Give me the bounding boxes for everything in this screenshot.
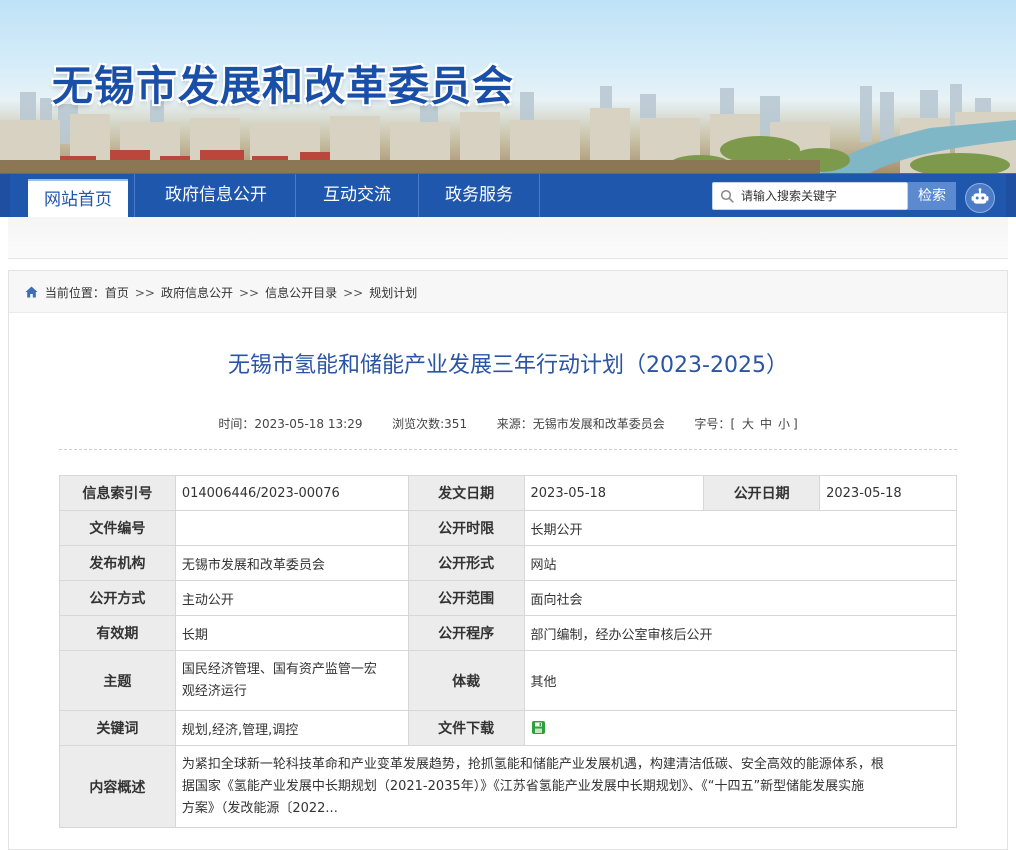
table-row: 主题 国民经济管理、国有资产监管一宏 观经济运行 体裁 其他 (59, 650, 957, 711)
search-box (712, 182, 908, 210)
article-title: 无锡市氢能和储能产业发展三年行动计划（2023-2025） (228, 353, 788, 378)
search-icon (720, 189, 734, 203)
site-banner: 无锡市发展和改革委员会 (0, 0, 1016, 173)
nav-item-services[interactable]: 政务服务 (419, 174, 539, 217)
table-row: 信息索引号 014006446/2023-00076 发文日期 2023-05-… (59, 475, 957, 511)
topic-line-2: 观经济运行 (181, 683, 247, 699)
topic-label: 主题 (59, 650, 176, 711)
summary-line-3: 方案》（发改能源〔2022... (181, 800, 338, 816)
meta-time-label: 时间： (218, 417, 255, 431)
meta-source: 无锡市发展和改革委员会 (532, 417, 665, 431)
public-procedure-value: 部门编制，经办公室审核后公开 (523, 615, 957, 651)
publisher-label: 发布机构 (59, 545, 176, 581)
doc-no-label: 文件编号 (59, 510, 176, 546)
breadcrumb-separator: >> (134, 286, 155, 300)
public-procedure-label: 公开程序 (407, 615, 525, 651)
article-meta: 时间：2023-05-18 13:29 浏览次数:351 来源：无锡市发展和改革… (9, 415, 1007, 432)
nav-item-interaction[interactable]: 互动交流 (296, 174, 418, 217)
download-label: 文件下载 (407, 710, 525, 746)
meta-fontsize-label: 字号： (694, 417, 731, 431)
table-row: 文件编号 公开时限 长期公开 (59, 510, 957, 546)
breadcrumb-separator: >> (343, 286, 364, 300)
topic-line-1: 国民经济管理、国有资产监管一宏 (181, 661, 377, 677)
table-row: 公开方式 主动公开 公开范围 面向社会 (59, 580, 957, 616)
fontsize-medium[interactable]: 中 (760, 417, 772, 431)
table-row: 关键词 规划,经济,管理,调控 文件下载 (59, 710, 957, 746)
download-cell (523, 710, 957, 746)
meta-source-label: 来源： (496, 417, 533, 431)
public-scope-label: 公开范围 (407, 580, 525, 616)
site-title: 无锡市发展和改革委员会 (52, 62, 514, 110)
breadcrumb-info-catalog[interactable]: 信息公开目录 (265, 286, 337, 300)
genre-label: 体裁 (407, 650, 525, 711)
publisher-value: 无锡市发展和改革委员会 (174, 545, 409, 581)
breadcrumb-home[interactable]: 首页 (105, 286, 129, 300)
meta-time: 2023-05-18 13:29 (254, 417, 363, 431)
validity-value: 长期 (174, 615, 409, 651)
meta-views-label: 浏览次数: (392, 417, 445, 431)
public-method-label: 公开方式 (59, 580, 176, 616)
breadcrumb-prefix: 当前位置： (44, 286, 105, 300)
meta-views: 351 (444, 417, 468, 431)
public-scope-value: 面向社会 (523, 580, 957, 616)
home-icon (25, 286, 38, 298)
nav-item-home[interactable]: 网站首页 (28, 179, 128, 217)
genre-value: 其他 (523, 650, 957, 711)
doc-no-value (174, 510, 409, 546)
fontsize-large[interactable]: 大 (742, 417, 754, 431)
issue-date-label: 发文日期 (407, 475, 525, 511)
sub-nav-band (8, 217, 1008, 259)
index-no-value: 014006446/2023-00076 (174, 475, 409, 511)
keywords-label: 关键词 (59, 710, 176, 746)
public-date-label: 公开日期 (703, 475, 821, 511)
summary-line-2: 据国家《氢能产业发展中长期规划（2021-2035年）》《江苏省氢能产业发展中长… (181, 778, 865, 794)
table-row: 内容概述 为紧扣全球新一轮科技革命和产业变革发展趋势，抢抓氢能和储能产业发展机遇… (59, 745, 958, 828)
public-term-value: 长期公开 (523, 510, 957, 546)
public-term-label: 公开时限 (407, 510, 525, 546)
breadcrumb: 当前位置：首页 >> 政府信息公开 >> 信息公开目录 >> 规划计划 (9, 271, 1007, 313)
summary-value: 为紧扣全球新一轮科技革命和产业变革发展趋势，抢抓氢能和储能产业发展机遇，构建清洁… (174, 745, 958, 828)
nav-item-gov-info[interactable]: 政府信息公开 (138, 174, 294, 217)
table-row: 有效期 长期 公开程序 部门编制，经办公室审核后公开 (59, 615, 957, 651)
public-form-label: 公开形式 (407, 545, 525, 581)
public-form-value: 网站 (523, 545, 957, 581)
content-panel: 当前位置：首页 >> 政府信息公开 >> 信息公开目录 >> 规划计划 无锡市氢能和储能产业… (8, 270, 1008, 850)
assistant-robot-icon[interactable] (965, 183, 995, 213)
table-row: 发布机构 无锡市发展和改革委员会 公开形式 网站 (59, 545, 957, 581)
breadcrumb-separator: >> (238, 286, 260, 300)
nav-separator (134, 174, 135, 217)
fontsize-small[interactable]: 小 (778, 417, 790, 431)
main-nav: 网站首页 政府信息公开 互动交流 政务服务 检索 (0, 173, 1016, 217)
breadcrumb-gov-info[interactable]: 政府信息公开 (161, 286, 233, 300)
topic-value: 国民经济管理、国有资产监管一宏 观经济运行 (174, 650, 409, 711)
public-date-value: 2023-05-18 (819, 475, 957, 511)
breadcrumb-plans[interactable]: 规划计划 (369, 286, 417, 300)
public-method-value: 主动公开 (174, 580, 409, 616)
summary-label: 内容概述 (59, 745, 176, 828)
issue-date-value: 2023-05-18 (523, 475, 705, 511)
file-download-icon[interactable] (531, 720, 546, 735)
summary-line-1: 为紧扣全球新一轮科技革命和产业变革发展趋势，抢抓氢能和储能产业发展机遇，构建清洁… (181, 756, 884, 772)
index-no-label: 信息索引号 (59, 475, 176, 511)
meta-divider (59, 449, 957, 450)
robot-icon (971, 188, 989, 204)
nav-separator (539, 174, 540, 217)
search-input[interactable] (741, 183, 906, 209)
info-table: 信息索引号 014006446/2023-00076 发文日期 2023-05-… (59, 475, 958, 828)
search-button[interactable]: 检索 (908, 182, 956, 210)
fontsize-bracket-close: ] (793, 417, 798, 431)
keywords-value: 规划,经济,管理,调控 (174, 710, 409, 746)
fontsize-bracket-open: [ (730, 417, 736, 431)
validity-label: 有效期 (59, 615, 176, 651)
